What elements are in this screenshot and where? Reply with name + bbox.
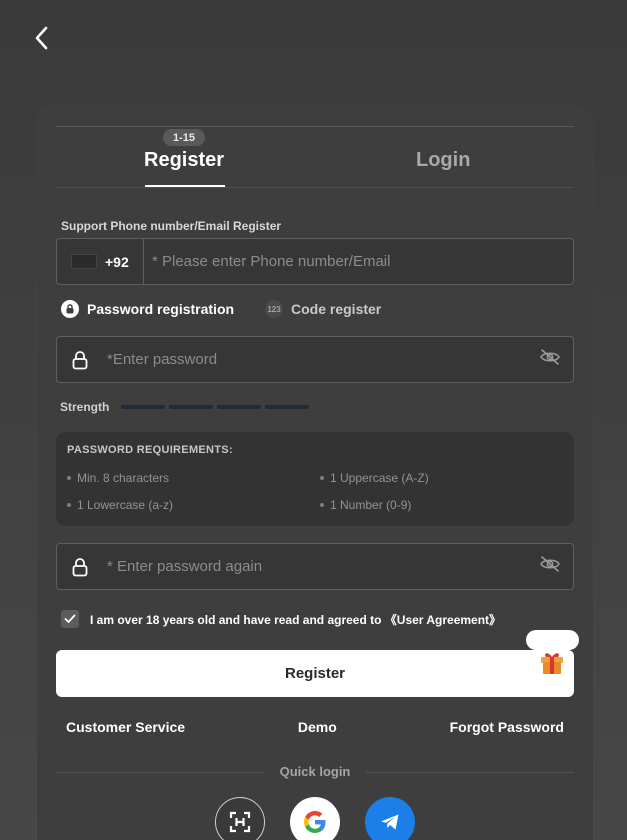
auth-tabs: 1-15 Register Login [56, 127, 574, 188]
bullet-icon [67, 503, 71, 507]
user-agreement-link[interactable]: 《User Agreement》 [385, 613, 501, 627]
strength-segment-1 [121, 405, 166, 409]
agreement-text-body: I am over 18 years old and have read and… [90, 612, 385, 627]
password-field [56, 336, 574, 383]
support-label: Support Phone number/Email Register [61, 219, 282, 233]
requirement-item: 1 Uppercase (A-Z) [320, 471, 429, 485]
footer-links: Customer Service Demo Forgot Password [66, 719, 564, 735]
requirements-title: PASSWORD REQUIREMENTS: [67, 444, 233, 456]
requirement-text: 1 Number (0-9) [330, 498, 412, 512]
check-icon [64, 614, 76, 623]
lock-icon [72, 557, 88, 576]
bullet-icon [320, 503, 324, 507]
register-page: 1-15 Register Login Support Phone number… [0, 0, 627, 840]
quick-login-label: Quick login [279, 764, 351, 779]
password-registration-label: Password registration [87, 301, 235, 317]
gift-icon[interactable] [539, 648, 565, 676]
lock-circle-icon [61, 300, 79, 318]
agreement-checkbox[interactable] [61, 610, 79, 628]
strength-segment-3 [217, 405, 262, 409]
customer-service-link[interactable]: Customer Service [66, 719, 185, 735]
lock-icon [72, 350, 88, 369]
back-button[interactable] [28, 24, 54, 52]
eye-off-icon[interactable] [539, 555, 561, 578]
strength-segment-2 [169, 405, 214, 409]
demo-link[interactable]: Demo [298, 719, 337, 735]
gift-bubble[interactable] [526, 630, 579, 650]
password-input[interactable] [89, 337, 539, 382]
password-registration-option[interactable]: Password registration [61, 300, 234, 318]
phone-email-input[interactable] [144, 239, 573, 284]
requirement-text: 1 Lowercase (a-z) [77, 498, 174, 512]
tab-register-underline [145, 185, 225, 187]
password-again-input[interactable] [89, 544, 539, 589]
register-button[interactable]: Register [56, 650, 574, 697]
register-card: 1-15 Register Login Support Phone number… [37, 107, 593, 840]
telegram-login-button[interactable] [365, 797, 415, 840]
chevron-left-icon [35, 26, 48, 50]
password-strength: Strength [60, 400, 310, 414]
strength-label: Strength [60, 400, 110, 414]
bullet-icon [67, 476, 71, 480]
requirement-text: 1 Uppercase (A-Z) [330, 471, 429, 485]
age-badge: 1-15 [163, 129, 205, 146]
code-123-icon: 123 [265, 300, 283, 318]
code-register-label: Code register [291, 301, 382, 317]
country-flag-icon [71, 254, 97, 269]
country-code-selector[interactable]: +92 [57, 239, 144, 284]
agreement-row: I am over 18 years old and have read and… [61, 610, 501, 628]
strength-segment-4 [265, 405, 310, 409]
requirement-item: 1 Lowercase (a-z) [67, 498, 173, 512]
requirement-text: Min. 8 characters [77, 471, 170, 485]
google-icon [304, 811, 326, 833]
google-login-button[interactable] [290, 797, 340, 840]
scan-icon [229, 811, 251, 833]
phone-email-field: +92 [56, 238, 574, 285]
requirement-item: Min. 8 characters [67, 471, 169, 485]
eye-off-icon[interactable] [539, 348, 561, 371]
forgot-password-link[interactable]: Forgot Password [450, 719, 564, 735]
country-code-text: +92 [105, 253, 129, 270]
agreement-text: I am over 18 years old and have read and… [90, 611, 501, 628]
password-again-field [56, 543, 574, 590]
tab-login[interactable]: Login [416, 149, 470, 172]
requirement-item: 1 Number (0-9) [320, 498, 411, 512]
code-register-option[interactable]: 123 Code register [265, 300, 381, 318]
tab-register[interactable]: Register [144, 149, 224, 172]
bullet-icon [320, 476, 324, 480]
password-requirements: PASSWORD REQUIREMENTS: Min. 8 characters… [56, 432, 574, 526]
scan-login-button[interactable] [215, 797, 265, 840]
telegram-icon [381, 814, 399, 830]
